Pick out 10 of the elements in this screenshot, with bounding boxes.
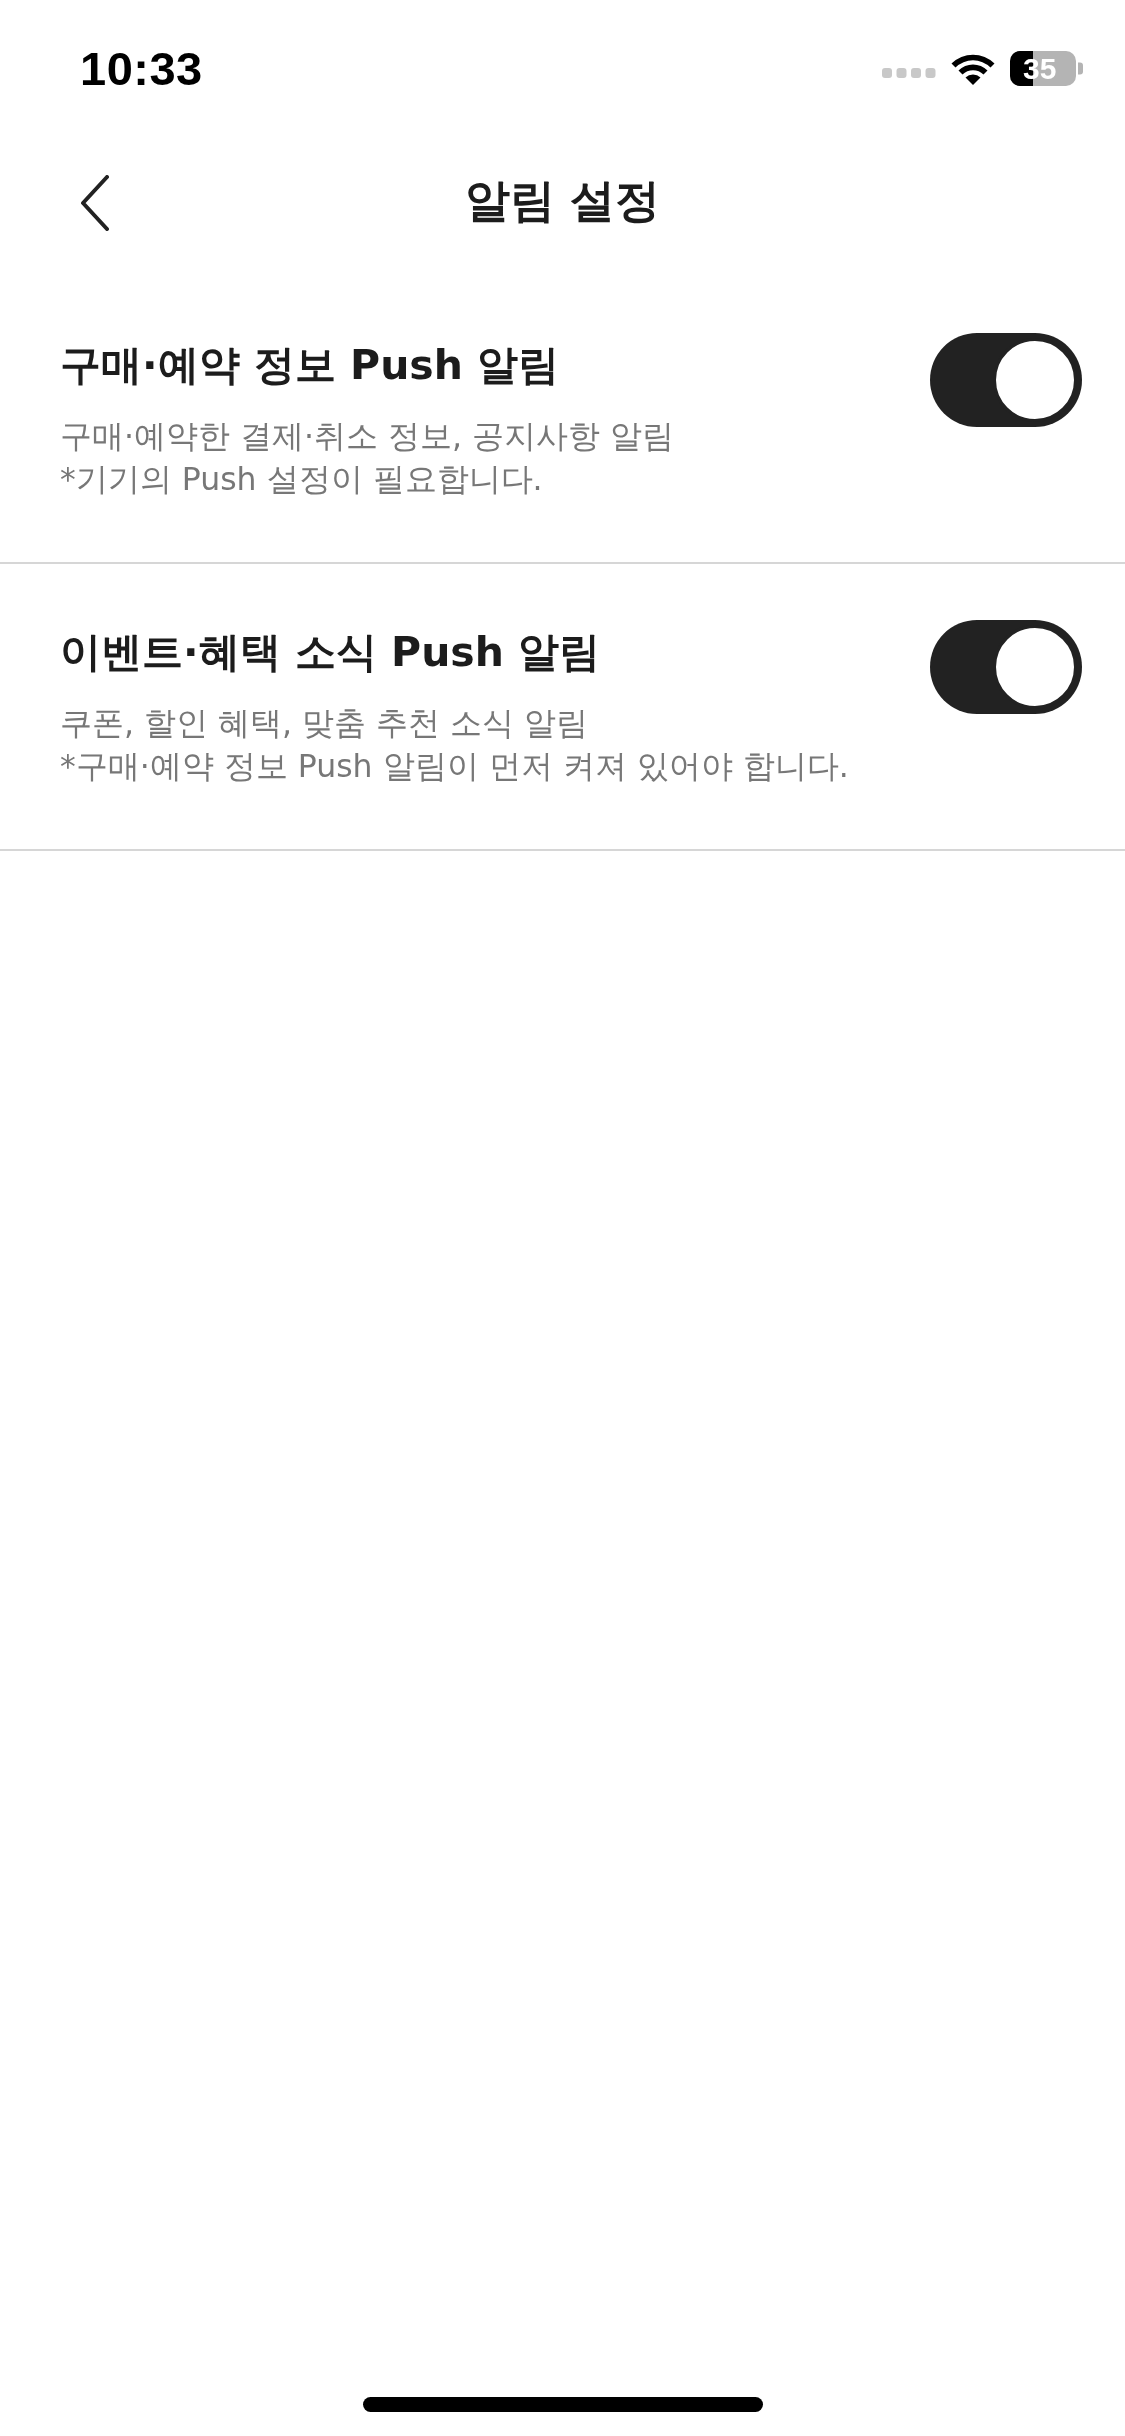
- setting-description: 구매·예약한 결제·취소 정보, 공지사항 알림: [60, 417, 675, 456]
- setting-description: *기기의 Push 설정이 필요합니다.: [60, 460, 544, 499]
- setting-title: 이벤트·혜택 소식 Push 알림: [60, 627, 602, 678]
- setting-title: 구매·예약 정보 Push 알림: [60, 340, 561, 391]
- page-title: 알림 설정: [464, 172, 661, 229]
- signal-icon: [882, 68, 936, 78]
- chevron-left-icon: [80, 175, 110, 231]
- setting-description: 쿠폰, 할인 혜택, 맞춤 추천 소식 알림: [60, 704, 590, 743]
- status-time: 10:33: [80, 40, 203, 96]
- setting-description: *구매·예약 정보 Push 알림이 먼저 켜져 있어야 합니다.: [60, 747, 849, 786]
